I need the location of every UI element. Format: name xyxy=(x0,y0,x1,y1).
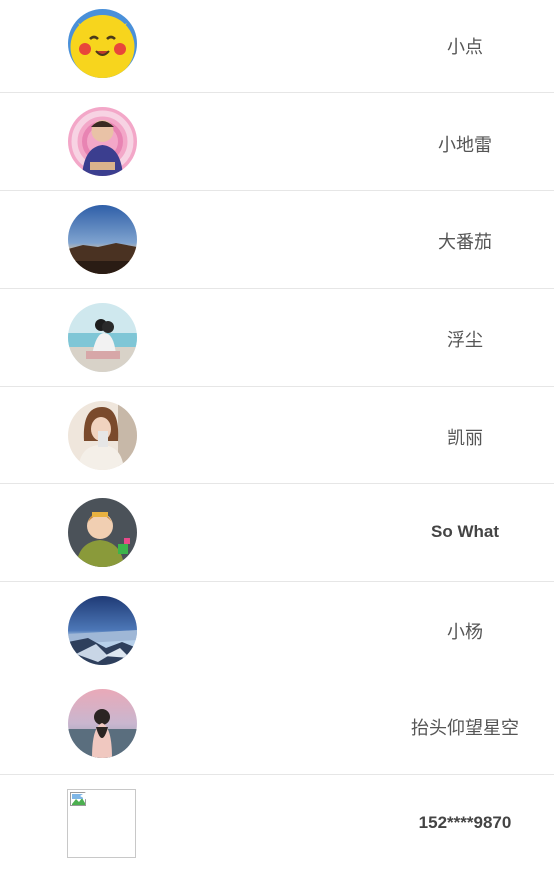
contact-name: 小杨 xyxy=(447,622,483,643)
contact-row[interactable]: 小点 xyxy=(0,0,554,93)
contact-list: 小点 小地雷 大番茄 浮尘 凯丽 So What 小杨 抬头仰望星空 152**… xyxy=(0,0,554,872)
contact-name: 152****9870 xyxy=(418,813,512,832)
contact-name: 小点 xyxy=(447,37,483,58)
contact-name: 小地雷 xyxy=(438,135,492,156)
couple-beach-avatar xyxy=(68,303,137,372)
night-city-avatar xyxy=(68,596,137,665)
contact-row[interactable]: 小地雷 xyxy=(0,93,554,191)
contact-row[interactable]: 小杨 xyxy=(0,582,554,672)
baby-pink-avatar xyxy=(68,107,137,176)
girl-sky-avatar xyxy=(68,689,137,758)
broken-image-icon xyxy=(67,789,136,858)
contact-name: So What xyxy=(431,522,499,541)
contact-row[interactable]: So What xyxy=(0,484,554,582)
contact-name: 凯丽 xyxy=(447,428,483,449)
contact-row[interactable]: 凯丽 xyxy=(0,387,554,484)
pikachu-avatar xyxy=(68,9,137,78)
contact-row[interactable]: 152****9870 xyxy=(0,775,554,872)
contact-row[interactable]: 大番茄 xyxy=(0,191,554,289)
contact-name: 抬头仰望星空 xyxy=(411,718,519,739)
contact-name: 大番茄 xyxy=(438,232,492,253)
contact-name: 浮尘 xyxy=(447,330,483,351)
contact-row[interactable]: 抬头仰望星空 xyxy=(0,672,554,775)
baby-green-avatar xyxy=(68,498,137,567)
woman-portrait-avatar xyxy=(68,401,137,470)
sunset-landscape-avatar xyxy=(68,205,137,274)
contact-row[interactable]: 浮尘 xyxy=(0,289,554,387)
